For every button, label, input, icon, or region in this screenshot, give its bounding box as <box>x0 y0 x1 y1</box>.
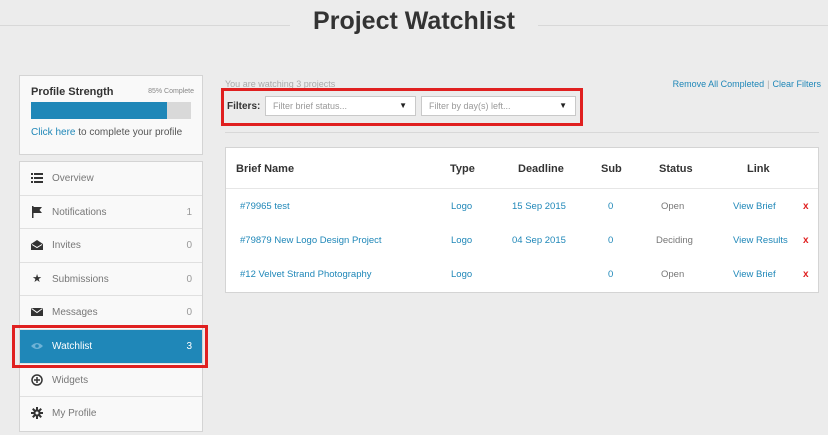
profile-strength-panel: Profile Strength 85% Complete Click here… <box>19 75 203 155</box>
divider <box>225 132 819 133</box>
watchlist-highlight <box>12 325 208 368</box>
brief-name-link[interactable]: #79965 test <box>240 201 290 212</box>
remove-button[interactable]: x <box>803 235 809 246</box>
star-icon: ★ <box>32 272 42 285</box>
table-row: #12 Velvet Strand Photography Logo 0 Ope… <box>226 258 818 292</box>
remove-button[interactable]: x <box>803 201 809 212</box>
plus-circle-icon <box>31 373 43 386</box>
gear-icon <box>31 407 43 420</box>
sidebar-item-label: Invites <box>52 240 81 252</box>
envelope-icon <box>31 306 43 318</box>
sidebar-item-count: 0 <box>186 273 192 285</box>
view-link[interactable]: View Brief <box>733 269 776 280</box>
complete-profile-suffix: to complete your profile <box>75 127 183 138</box>
sidebar-item-count: 0 <box>186 307 192 319</box>
complete-profile-link[interactable]: Click here <box>31 127 75 138</box>
sidebar-item-invites[interactable]: Invites 0 <box>20 229 202 263</box>
page-title: Project Watchlist <box>313 7 515 35</box>
profile-strength-title: Profile Strength <box>31 86 114 98</box>
flag-icon <box>31 205 43 218</box>
sidebar-item-submissions[interactable]: ★ Submissions 0 <box>20 263 202 297</box>
sidebar-item-widgets[interactable]: Widgets <box>20 364 202 398</box>
brief-deadline: 15 Sep 2015 <box>512 201 566 212</box>
complete-profile-text: Click here to complete your profile <box>31 127 182 138</box>
brief-status: Open <box>661 201 685 212</box>
column-header-type[interactable]: Type <box>450 163 475 175</box>
profile-completion-text: 85% Complete <box>148 88 194 95</box>
profile-progress-bar <box>31 102 191 119</box>
link-separator: | <box>767 79 770 89</box>
clear-filters-link[interactable]: Clear Filters <box>772 79 821 89</box>
sidebar-item-label: Overview <box>52 173 94 184</box>
brief-sub-count: 0 <box>608 201 614 212</box>
divider <box>538 25 828 26</box>
sidebar-item-label: Notifications <box>52 206 107 218</box>
sidebar-item-label: My Profile <box>52 408 97 420</box>
column-header-sub[interactable]: Sub <box>601 163 622 175</box>
sidebar-item-label: Messages <box>52 307 98 319</box>
sidebar-nav: Overview Notifications 1 Invites 0 ★ Sub… <box>19 161 203 432</box>
sidebar-item-my-profile[interactable]: My Profile <box>20 397 202 431</box>
remove-completed-link[interactable]: Remove All Completed <box>673 79 765 89</box>
brief-type: Logo <box>451 235 473 246</box>
envelope-open-icon <box>31 239 43 251</box>
sidebar-item-count: 1 <box>186 206 192 218</box>
table-row: #79879 New Logo Design Project Logo 04 S… <box>226 224 818 258</box>
page-header: Project Watchlist <box>0 0 828 50</box>
brief-status: Open <box>661 269 685 280</box>
brief-status: Deciding <box>656 235 693 246</box>
filters-highlight <box>221 88 583 126</box>
brief-name-link[interactable]: #79879 New Logo Design Project <box>240 235 382 246</box>
watchlist-table: Brief Name Type Deadline Sub Status Link… <box>225 147 819 293</box>
brief-deadline: 04 Sep 2015 <box>512 235 566 246</box>
brief-sub-count: 0 <box>608 235 614 246</box>
profile-progress-fill <box>31 102 167 119</box>
remove-button[interactable]: x <box>803 269 809 280</box>
top-actions: Remove All Completed | Clear Filters <box>673 79 821 89</box>
table-row: #79965 test Logo 15 Sep 2015 0 Open View… <box>226 190 818 224</box>
brief-name-link[interactable]: #12 Velvet Strand Photography <box>240 269 372 280</box>
brief-type: Logo <box>451 201 473 212</box>
sidebar-item-notifications[interactable]: Notifications 1 <box>20 196 202 230</box>
table-header: Brief Name Type Deadline Sub Status Link <box>226 148 818 189</box>
sidebar-item-overview[interactable]: Overview <box>20 162 202 196</box>
view-link[interactable]: View Results <box>733 235 788 246</box>
column-header-deadline[interactable]: Deadline <box>518 163 564 175</box>
view-link[interactable]: View Brief <box>733 201 776 212</box>
column-header-link: Link <box>747 163 770 175</box>
column-header-brief-name[interactable]: Brief Name <box>236 163 294 175</box>
sidebar-item-label: Submissions <box>52 273 109 285</box>
brief-type: Logo <box>451 269 473 280</box>
column-header-status[interactable]: Status <box>659 163 693 175</box>
brief-sub-count: 0 <box>608 269 614 280</box>
list-icon <box>31 172 43 184</box>
sidebar-item-label: Widgets <box>52 374 89 386</box>
sidebar-item-count: 0 <box>186 240 192 252</box>
